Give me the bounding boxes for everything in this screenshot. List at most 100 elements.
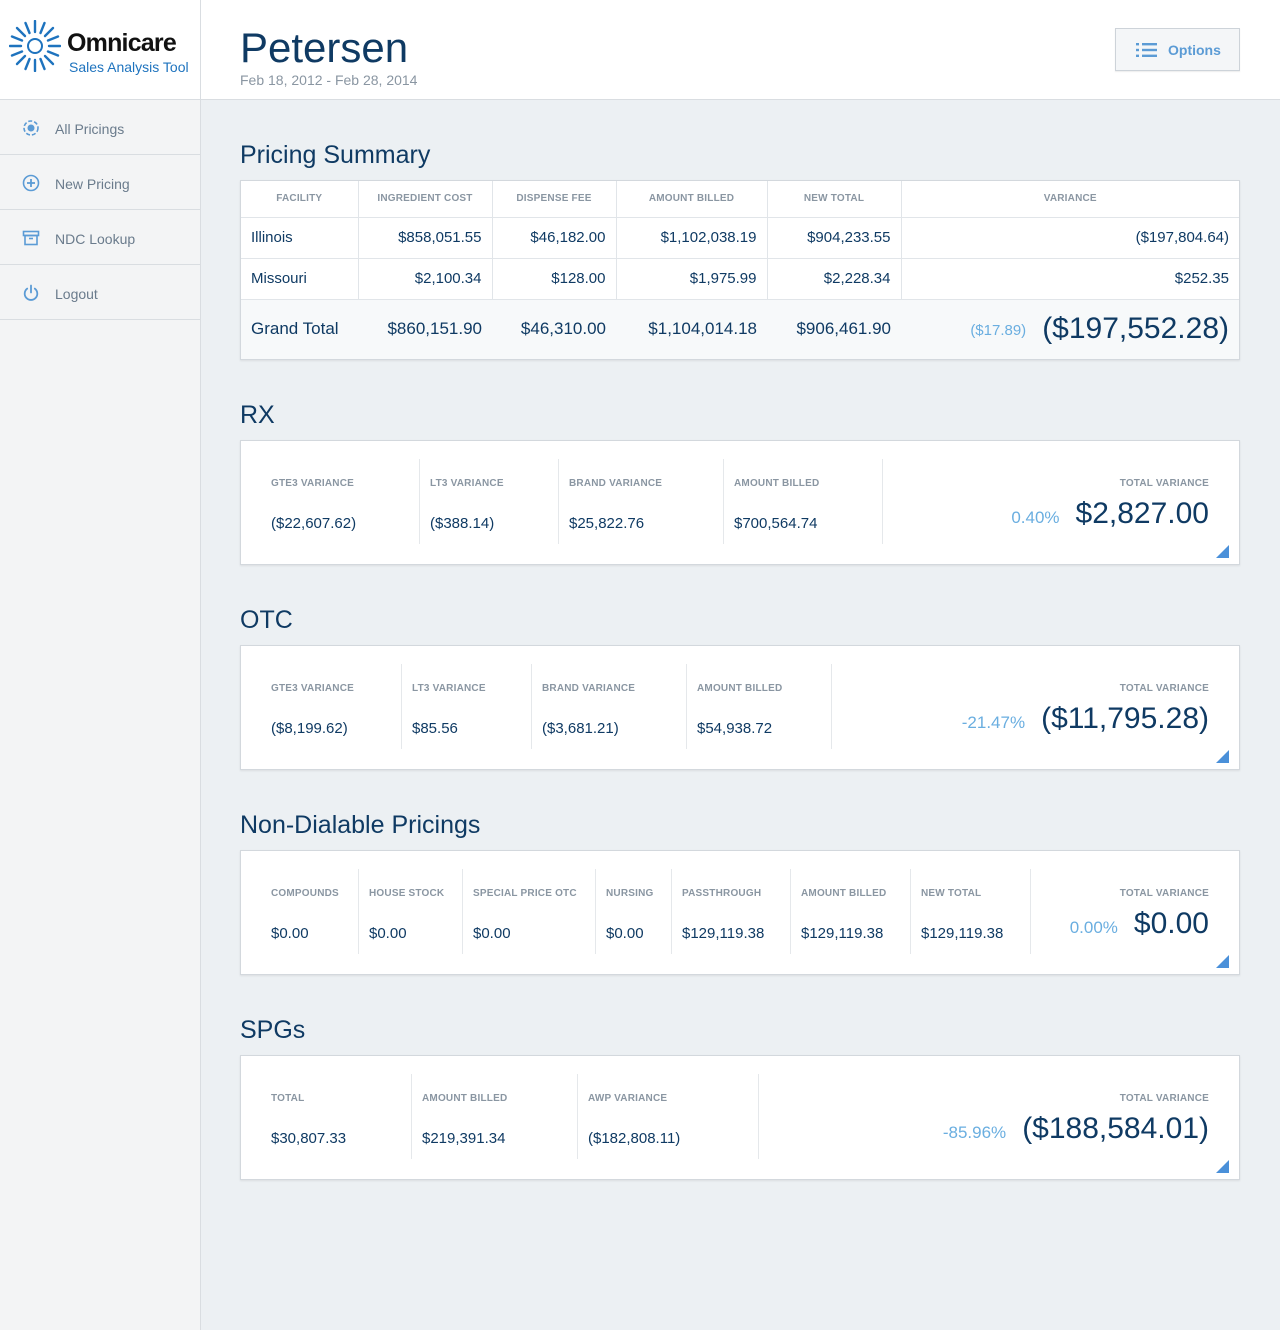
- metric-value: $0.00: [606, 925, 644, 942]
- table-row[interactable]: Illinois $858,051.55 $46,182.00 $1,102,0…: [241, 217, 1239, 259]
- metric-value: $54,938.72: [697, 720, 773, 737]
- metric-label: BRAND VARIANCE: [569, 478, 663, 489]
- column-header[interactable]: AMOUNT BILLED: [616, 181, 768, 218]
- metric-label: COMPOUNDS: [271, 888, 339, 899]
- date-range: Feb 18, 2012 - Feb 28, 2014: [240, 72, 418, 88]
- metric-total: TOTAL $30,807.33: [241, 1074, 412, 1159]
- logo[interactable]: Omnicare Sales Analysis Tool: [0, 0, 200, 100]
- metric-label: GTE3 VARIANCE: [271, 683, 354, 694]
- list-icon: [1136, 43, 1157, 57]
- metric-label: AMOUNT BILLED: [734, 478, 820, 489]
- section-title-rx: RX: [240, 401, 275, 429]
- otc-card: GTE3 VARIANCE ($8,199.62) LT3 VARIANCE $…: [240, 645, 1240, 770]
- metric-awp-variance: AWP VARIANCE ($182,808.11): [558, 1074, 759, 1159]
- metric-amount-billed: AMOUNT BILLED $219,391.34: [392, 1074, 578, 1159]
- power-icon: [23, 284, 39, 301]
- grand-total-amount-billed: $1,104,014.18: [616, 299, 767, 359]
- metric-label: LT3 VARIANCE: [412, 683, 486, 694]
- grand-total-new-total: $906,461.90: [767, 299, 901, 359]
- options-label: Options: [1168, 42, 1221, 58]
- sidebar: Omnicare Sales Analysis Tool All Pricing…: [0, 0, 201, 1330]
- cell-facility: Illinois: [241, 217, 359, 259]
- section-title-spgs: SPGs: [240, 1016, 306, 1044]
- metric-label: AMOUNT BILLED: [801, 888, 887, 899]
- total-variance-value: $0.00: [1133, 907, 1209, 940]
- metric-value: ($182,808.11): [588, 1130, 681, 1147]
- rx-card: GTE3 VARIANCE ($22,607.62) LT3 VARIANCE …: [240, 440, 1240, 565]
- brand-subtitle: Sales Analysis Tool: [69, 59, 189, 75]
- cell-amount-billed: $1,102,038.19: [616, 217, 768, 259]
- grand-total-variance: ($197,552.28): [1042, 312, 1229, 346]
- metric-value: $129,119.38: [801, 925, 884, 942]
- expand-corner-icon[interactable]: [1216, 545, 1229, 558]
- section-title-pricing-summary: Pricing Summary: [240, 141, 431, 169]
- nav-label: NDC Lookup: [55, 231, 136, 247]
- metric-label: PASSTHROUGH: [682, 888, 762, 899]
- total-variance-pct: 0.40%: [1011, 508, 1060, 527]
- metric-value: $0.00: [369, 925, 407, 942]
- section-title-otc: OTC: [240, 606, 293, 634]
- options-button[interactable]: Options: [1115, 28, 1240, 71]
- nav-item-ndc-lookup[interactable]: NDC Lookup: [0, 210, 200, 265]
- expand-corner-icon[interactable]: [1216, 750, 1229, 763]
- pricing-summary-table: FACILITY INGREDIENT COST DISPENSE FEE AM…: [241, 181, 1239, 359]
- expand-corner-icon[interactable]: [1216, 955, 1229, 968]
- metric-label: TOTAL: [271, 1093, 305, 1104]
- metric-lt3-variance: LT3 VARIANCE ($388.14): [400, 459, 559, 544]
- metric-value: $0.00: [271, 925, 309, 942]
- total-variance: -21.47% ($11,795.28): [962, 702, 1209, 736]
- total-variance-pct: -21.47%: [961, 713, 1026, 732]
- grand-total-label: Grand Total: [241, 299, 358, 359]
- nav-item-new-pricing[interactable]: New Pricing: [0, 155, 200, 210]
- column-header[interactable]: NEW TOTAL: [767, 181, 902, 218]
- table-header-row: FACILITY INGREDIENT COST DISPENSE FEE AM…: [241, 181, 1239, 218]
- metric-amount-billed: AMOUNT BILLED $129,119.38: [771, 869, 911, 954]
- cell-variance: ($197,804.64): [901, 217, 1239, 259]
- nav-label: All Pricings: [55, 121, 125, 137]
- total-variance: 0.00% $0.00: [1070, 907, 1209, 941]
- target-icon: [23, 120, 39, 136]
- total-variance-label: TOTAL VARIANCE: [1119, 1093, 1209, 1104]
- page-header: Petersen Feb 18, 2012 - Feb 28, 2014 Opt…: [201, 0, 1280, 100]
- column-header[interactable]: DISPENSE FEE: [492, 181, 617, 218]
- total-variance-label: TOTAL VARIANCE: [1119, 478, 1209, 489]
- nav-item-all-pricings[interactable]: All Pricings: [0, 100, 200, 155]
- column-header[interactable]: FACILITY: [241, 181, 359, 218]
- column-header[interactable]: INGREDIENT COST: [358, 181, 493, 218]
- nav-label: Logout: [55, 286, 98, 302]
- total-variance-value: ($188,584.01): [1022, 1112, 1209, 1145]
- metric-label: NURSING: [606, 888, 654, 899]
- metric-value: ($3,681.21): [542, 720, 619, 737]
- grand-total-dispense-fee: $46,310.00: [492, 299, 616, 359]
- cell-new-total: $904,233.55: [767, 217, 902, 259]
- metric-value: $129,119.38: [682, 925, 765, 942]
- column-header[interactable]: VARIANCE: [901, 181, 1239, 218]
- metric-label: AWP VARIANCE: [588, 1093, 668, 1104]
- expand-corner-icon[interactable]: [1216, 1160, 1229, 1173]
- metric-lt3-variance: LT3 VARIANCE $85.56: [382, 664, 532, 749]
- cell-ingredient-cost: $858,051.55: [358, 217, 493, 259]
- brand-name: Omnicare: [67, 29, 177, 57]
- total-variance: -85.96% ($188,584.01): [943, 1112, 1209, 1146]
- metric-brand-variance: BRAND VARIANCE ($3,681.21): [512, 664, 687, 749]
- cell-facility: Missouri: [241, 258, 359, 300]
- cell-dispense-fee: $128.00: [492, 258, 617, 300]
- total-variance-label: TOTAL VARIANCE: [1119, 683, 1209, 694]
- cell-new-total: $2,228.34: [767, 258, 902, 300]
- metric-label: HOUSE STOCK: [369, 888, 445, 899]
- metric-label: AMOUNT BILLED: [697, 683, 783, 694]
- metric-gte3-variance: GTE3 VARIANCE ($8,199.62): [241, 664, 402, 749]
- nav-label: New Pricing: [55, 176, 130, 192]
- grand-total-variance-cell: ($17.89) ($197,552.28): [901, 299, 1239, 359]
- metric-amount-billed: AMOUNT BILLED $700,564.74: [704, 459, 883, 544]
- cell-dispense-fee: $46,182.00: [492, 217, 617, 259]
- total-variance-pct: 0.00%: [1069, 918, 1118, 937]
- metric-label: SPECIAL PRICE OTC: [473, 888, 577, 899]
- metric-label: AMOUNT BILLED: [422, 1093, 508, 1104]
- cell-variance: $252.35: [901, 258, 1239, 300]
- grand-total-row: Grand Total $860,151.90 $46,310.00 $1,10…: [241, 299, 1239, 359]
- table-row[interactable]: Missouri $2,100.34 $128.00 $1,975.99 $2,…: [241, 258, 1239, 300]
- grand-total-variance-pct: ($17.89): [970, 322, 1027, 340]
- nav-item-logout[interactable]: Logout: [0, 265, 200, 320]
- metric-value: ($388.14): [430, 515, 495, 532]
